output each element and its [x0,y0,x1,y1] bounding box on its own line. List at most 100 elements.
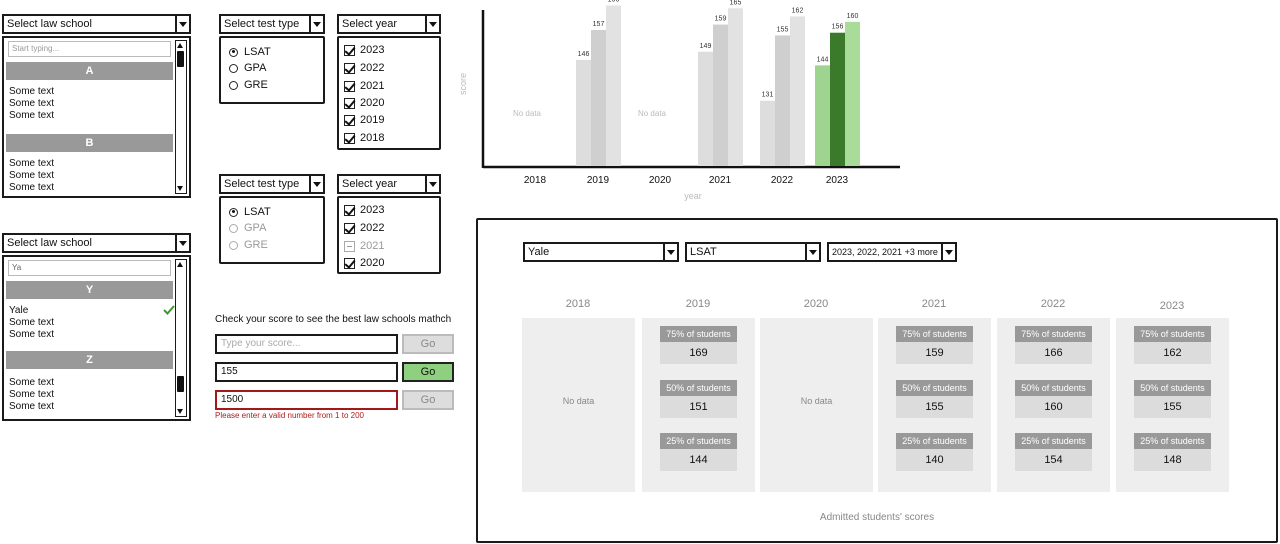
test-select[interactable]: LSAT [685,242,821,262]
search-input[interactable]: Start typing... [8,41,171,57]
chevron-down-icon[interactable] [309,176,323,192]
school-select-value: Yale [528,246,550,258]
school-select[interactable]: Yale [523,242,679,262]
go-button[interactable]: Go [402,362,454,382]
list-item[interactable]: Some text [9,110,54,122]
chevron-down-icon[interactable] [175,235,189,251]
law-school-list-2[interactable]: Ya Y Yale Some text Some text Z Some tex… [2,255,191,421]
bar[interactable] [775,35,790,166]
score-input-invalid[interactable]: 1500 [215,390,398,410]
checkbox-2018[interactable]: 2018 [344,131,384,145]
percentile-label: 75% of students [1134,326,1211,342]
years-select[interactable]: 2023, 2022, 2021 +3 more [827,242,957,262]
checkbox-2019[interactable]: 2019 [344,113,384,127]
checkbox-checked-icon[interactable] [344,97,355,109]
percentile-label: 25% of students [1015,433,1092,449]
checkbox-2022[interactable]: 2022 [344,61,384,75]
law-school-list-1[interactable]: Start typing... A Some text Some text So… [2,36,191,198]
bar[interactable] [728,8,743,166]
list-item[interactable]: Some text [9,182,54,194]
arrow-down-icon[interactable] [177,409,183,414]
checkbox-checked-icon[interactable] [344,44,355,56]
scrollbar[interactable] [175,259,187,417]
checkbox-2020[interactable]: 2020 [344,96,384,110]
chevron-down-icon[interactable] [425,176,439,192]
radio-gpa[interactable]: GPA [229,61,266,75]
scrollbar[interactable] [175,40,187,194]
year-select-1[interactable]: Select year [337,14,441,34]
list-item-selected[interactable]: Yale [9,305,28,317]
bar[interactable] [760,100,775,166]
chevron-down-icon[interactable] [425,16,439,32]
checkbox-checked-icon[interactable] [344,222,355,234]
bar[interactable] [606,5,621,166]
list-item[interactable]: Some text [9,329,54,341]
year-score-card: 75% of students 162 50% of students 155 25% … [1116,318,1229,492]
test-select-value: LSAT [690,246,717,258]
year-select-2[interactable]: Select year [337,174,441,194]
checkbox-2022[interactable]: 2022 [344,221,384,235]
list-item[interactable]: Some text [9,401,54,413]
percentile-score: 160 [1015,396,1092,418]
chevron-down-icon[interactable] [805,244,819,260]
list-item[interactable]: Some text [9,98,54,110]
percentile-score: 162 [1134,342,1211,364]
checkbox-checked-icon[interactable] [344,114,355,126]
test-type-select-2[interactable]: Select test type [219,174,325,194]
chevron-down-icon[interactable] [175,16,189,32]
bar[interactable] [815,65,830,166]
bar[interactable] [830,32,845,166]
chevron-down-icon[interactable] [941,244,955,260]
x-tick-label: 2023 [826,175,849,186]
list-item[interactable]: Some text [9,86,54,98]
checkbox-checked-icon[interactable] [344,80,355,92]
radio-icon[interactable] [229,80,238,90]
percentile-label: 25% of students [1134,433,1211,449]
radio-gre[interactable]: GRE [229,78,268,92]
checkbox-checked-icon[interactable] [344,132,355,144]
law-school-select-1[interactable]: Select law school [2,14,191,34]
checkbox-2021[interactable]: 2021 [344,79,384,93]
bar[interactable] [713,24,728,167]
list-item[interactable]: Some text [9,389,54,401]
score-input-valid[interactable]: 155 [215,362,398,382]
radio-lsat[interactable]: LSAT [229,45,271,59]
score-input-empty[interactable]: Type your score... [215,334,398,354]
arrow-down-icon[interactable] [177,186,183,191]
arrow-up-icon[interactable] [177,262,183,267]
arrow-up-icon[interactable] [177,43,183,48]
radio-selected-icon[interactable] [229,207,238,217]
scroll-thumb[interactable] [177,51,184,67]
list-item[interactable]: Some text [9,317,54,329]
bar[interactable] [790,16,805,167]
chevron-down-icon[interactable] [663,244,677,260]
radio-icon[interactable] [229,63,238,73]
list-item[interactable]: Some text [9,377,54,389]
bar[interactable] [591,30,606,166]
checkbox-2020[interactable]: 2020 [344,256,384,270]
checkbox-checked-icon[interactable] [344,62,355,74]
list-item[interactable]: Some text [9,170,54,182]
law-school-select-label: Select law school [7,237,92,249]
radio-selected-icon[interactable] [229,47,238,57]
percentile-label: 25% of students [896,433,973,449]
checkbox-checked-icon[interactable] [344,204,355,216]
radio-lsat[interactable]: LSAT [229,205,271,219]
option-label: 2023 [360,44,385,56]
law-school-select-2[interactable]: Select law school [2,233,191,253]
checkbox-checked-icon[interactable] [344,257,355,269]
checkbox-2023[interactable]: 2023 [344,203,384,217]
year-score-card: 75% of students 166 50% of students 160 25% … [997,318,1110,492]
bar[interactable] [576,59,591,166]
test-type-select-1[interactable]: Select test type [219,14,325,34]
bar[interactable] [845,21,860,167]
percentile-score: 166 [1015,342,1092,364]
search-input[interactable]: Ya [8,260,171,276]
checkbox-2021-disabled: 2021 [344,239,384,253]
checkbox-2023[interactable]: 2023 [344,43,384,57]
scroll-thumb[interactable] [177,376,184,392]
group-header: B [6,134,173,152]
chevron-down-icon[interactable] [309,16,323,32]
list-item[interactable]: Some text [9,158,54,170]
bar[interactable] [698,51,713,167]
